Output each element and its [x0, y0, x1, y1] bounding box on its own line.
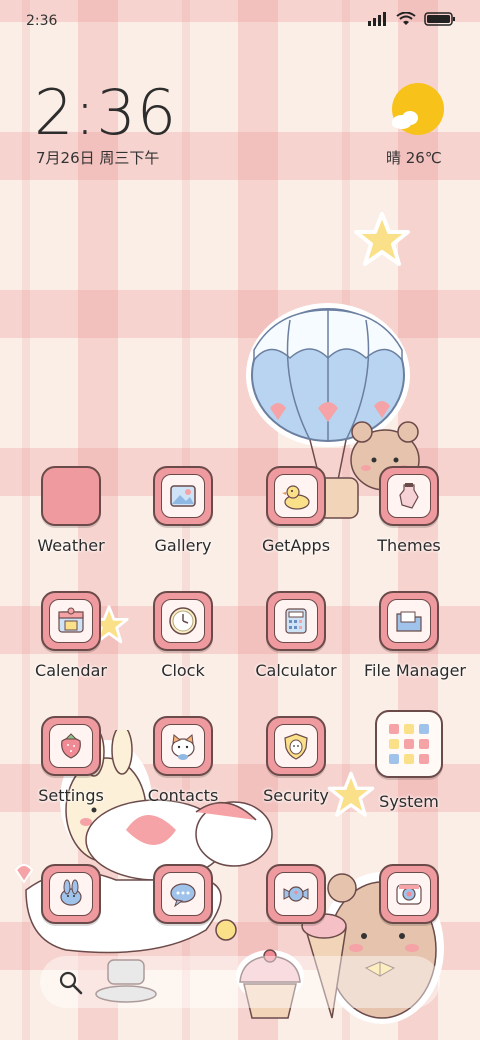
app-settings[interactable]: Settings	[26, 716, 116, 826]
app-label: Clock	[161, 661, 205, 680]
status-time: 2:36	[26, 13, 58, 29]
app-contacts[interactable]: Contacts	[138, 716, 228, 826]
duck-icon	[282, 485, 310, 510]
folder-icon	[396, 611, 422, 632]
app-label: Settings	[38, 786, 104, 805]
candy-icon	[283, 886, 309, 902]
clock-icon	[169, 607, 197, 635]
dock-app-camera[interactable]	[364, 864, 454, 928]
folder-grid-icon	[375, 710, 443, 778]
weather-text: 晴 26℃	[386, 149, 442, 167]
app-file-manager[interactable]: File Manager	[364, 591, 466, 701]
battery-icon	[424, 12, 455, 26]
search-bar[interactable]	[40, 956, 440, 1008]
shield-icon	[284, 733, 308, 760]
app-label: GetApps	[261, 536, 331, 555]
app-getapps[interactable]: GetApps	[251, 466, 341, 576]
app-label: File Manager	[364, 661, 466, 680]
dock-app-phone[interactable]	[26, 864, 116, 928]
app-label: Security	[263, 786, 329, 805]
search-icon[interactable]	[58, 970, 84, 996]
signal-icon	[368, 12, 386, 26]
calendar-icon	[58, 607, 84, 633]
sun-cloud-icon[interactable]	[388, 82, 448, 138]
strawberry-icon	[61, 733, 81, 759]
app-label: Weather	[37, 536, 105, 555]
wifi-icon	[396, 12, 416, 25]
star-decoration	[354, 212, 410, 266]
camera-icon	[396, 884, 422, 905]
clock-widget-time[interactable]: 2:36	[34, 76, 177, 149]
app-security[interactable]: Security	[251, 716, 341, 826]
app-themes[interactable]: Themes	[364, 466, 454, 576]
phone-bunny-icon	[60, 879, 82, 906]
app-clock[interactable]: Clock	[138, 591, 228, 701]
app-calculator[interactable]: Calculator	[251, 591, 341, 701]
app-calendar[interactable]: Calendar	[26, 591, 116, 701]
app-gallery[interactable]: Gallery	[138, 466, 228, 576]
app-label: Calendar	[35, 661, 107, 680]
app-label: Calculator	[255, 661, 337, 680]
calculator-icon	[285, 608, 307, 634]
app-label: Contacts	[147, 786, 219, 805]
app-label: Themes	[377, 536, 441, 555]
cat-icon	[171, 734, 195, 760]
status-bar: 2:36	[0, 0, 480, 40]
app-system[interactable]: System	[364, 710, 454, 820]
weather-icon	[41, 466, 101, 526]
message-icon	[170, 883, 196, 908]
dock-app-browser[interactable]	[251, 864, 341, 928]
dock-app-messages[interactable]	[138, 864, 228, 928]
app-label: System	[379, 792, 439, 811]
app-label: Gallery	[154, 536, 212, 555]
clock-widget-date: 7月26日 周三下午	[36, 149, 160, 167]
app-weather[interactable]: Weather	[26, 466, 116, 576]
picture-icon	[170, 485, 196, 507]
bottle-icon	[399, 483, 419, 509]
